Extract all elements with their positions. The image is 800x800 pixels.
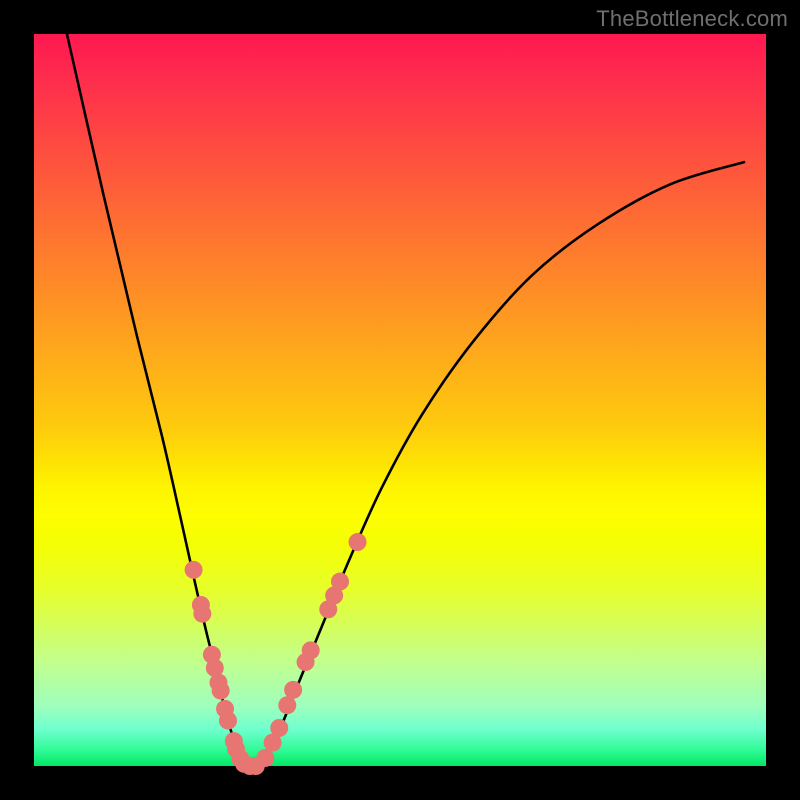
data-point-marker [302, 641, 320, 659]
data-point-marker [212, 682, 230, 700]
marker-group [185, 533, 367, 775]
data-point-marker [331, 573, 349, 591]
plot-area [34, 34, 766, 766]
data-point-marker [278, 696, 296, 714]
data-point-marker [185, 561, 203, 579]
data-point-marker [284, 681, 302, 699]
chart-frame: TheBottleneck.com [0, 0, 800, 800]
data-point-marker [256, 749, 274, 767]
chart-svg [34, 34, 766, 766]
bottleneck-curve [67, 34, 744, 768]
data-point-marker [193, 605, 211, 623]
watermark-text: TheBottleneck.com [596, 6, 788, 32]
data-point-marker [349, 533, 367, 551]
data-point-marker [270, 719, 288, 737]
data-point-marker [219, 712, 237, 730]
